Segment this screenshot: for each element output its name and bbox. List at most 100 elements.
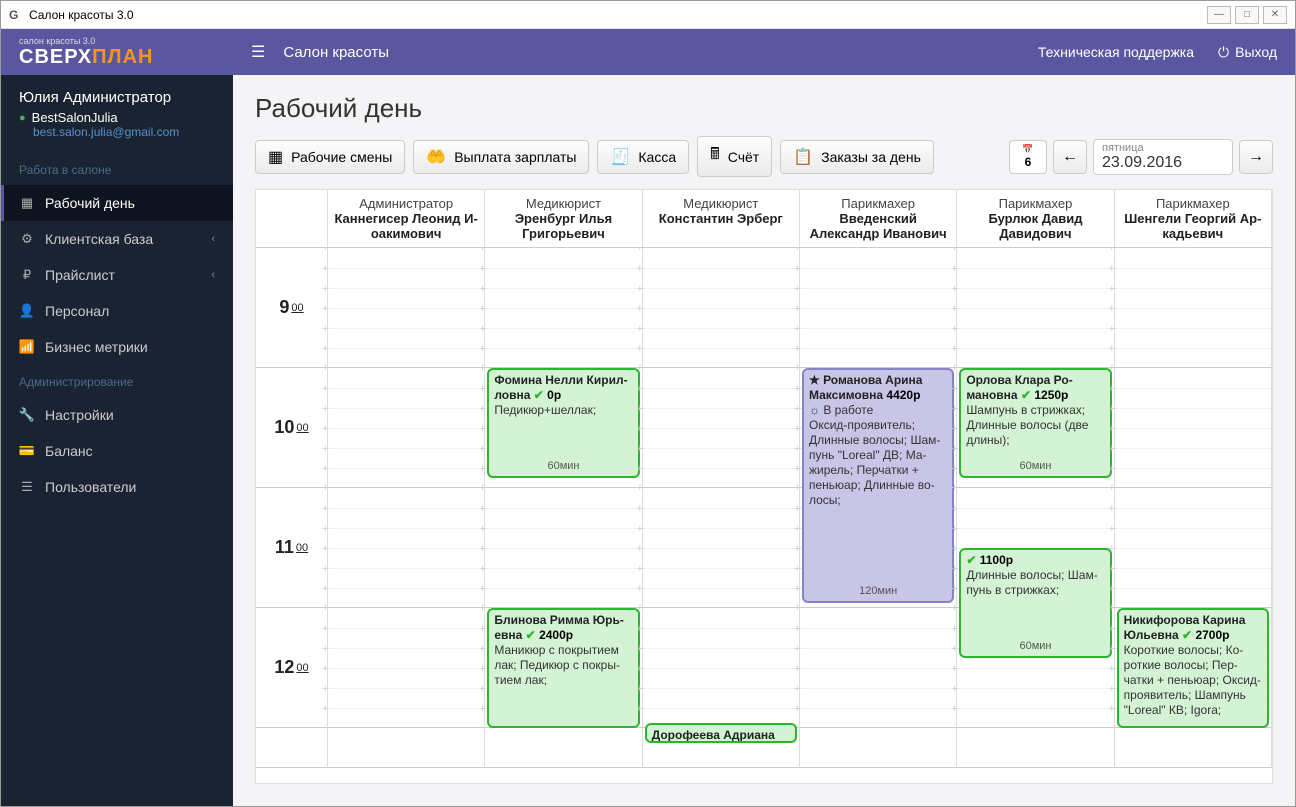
appointment[interactable]: ★ Романова Арина Максимовна 4420р☼ В раб… <box>802 368 954 603</box>
add-slot-icon[interactable]: + <box>1109 563 1115 575</box>
add-slot-icon[interactable]: + <box>794 403 800 415</box>
schedule-slot[interactable] <box>328 728 484 768</box>
add-slot-icon[interactable]: + <box>951 463 957 475</box>
add-slot-icon[interactable]: + <box>951 343 957 355</box>
schedule[interactable]: Администратор Каннегисер Леонид И­оакимо… <box>255 189 1273 784</box>
add-slot-icon[interactable]: + <box>322 283 328 295</box>
sidebar-item-balance[interactable]: 💳Баланс <box>1 433 233 469</box>
schedule-slot[interactable]: ++++++ <box>328 368 484 488</box>
add-slot-icon[interactable]: + <box>322 683 328 695</box>
add-slot-icon[interactable]: + <box>479 663 485 675</box>
add-slot-icon[interactable]: + <box>637 303 643 315</box>
sidebar-item-staff[interactable]: 👤Персонал <box>1 293 233 329</box>
add-slot-icon[interactable]: + <box>951 683 957 695</box>
add-slot-icon[interactable]: + <box>322 583 328 595</box>
add-slot-icon[interactable]: + <box>322 523 328 535</box>
add-slot-icon[interactable]: + <box>951 602 957 614</box>
add-slot-icon[interactable]: + <box>479 703 485 715</box>
add-slot-icon[interactable]: + <box>322 383 328 395</box>
schedule-slot[interactable]: ++++++ <box>485 488 641 608</box>
add-slot-icon[interactable]: + <box>1109 263 1115 275</box>
schedule-slot[interactable]: ++++++ <box>328 608 484 728</box>
add-slot-icon[interactable]: + <box>322 463 328 475</box>
add-slot-icon[interactable]: + <box>637 543 643 555</box>
add-slot-icon[interactable]: + <box>794 543 800 555</box>
add-slot-icon[interactable]: + <box>1109 623 1115 635</box>
add-slot-icon[interactable]: + <box>794 523 800 535</box>
schedule-slot[interactable]: ++++++ <box>800 608 956 728</box>
add-slot-icon[interactable]: + <box>479 643 485 655</box>
add-slot-icon[interactable]: + <box>794 663 800 675</box>
add-slot-icon[interactable]: + <box>794 443 800 455</box>
support-link[interactable]: Техническая поддержка <box>1038 44 1194 60</box>
schedule-slot[interactable]: ++++++ <box>800 248 956 368</box>
add-slot-icon[interactable]: + <box>951 403 957 415</box>
user-email[interactable]: best.salon.julia@gmail.com <box>19 125 215 139</box>
add-slot-icon[interactable]: + <box>794 362 800 374</box>
schedule-slot[interactable] <box>485 728 641 768</box>
add-slot-icon[interactable]: + <box>951 362 957 374</box>
bill-button[interactable]: 🖩Счёт <box>697 136 772 177</box>
add-slot-icon[interactable]: + <box>637 643 643 655</box>
add-slot-icon[interactable]: + <box>794 303 800 315</box>
add-slot-icon[interactable]: + <box>794 283 800 295</box>
add-slot-icon[interactable]: + <box>794 383 800 395</box>
add-slot-icon[interactable]: + <box>637 403 643 415</box>
add-slot-icon[interactable]: + <box>1109 663 1115 675</box>
add-slot-icon[interactable]: + <box>479 443 485 455</box>
add-slot-icon[interactable]: + <box>322 343 328 355</box>
add-slot-icon[interactable]: + <box>322 403 328 415</box>
sidebar-item-users[interactable]: ☰Пользователи <box>1 469 233 505</box>
add-slot-icon[interactable]: + <box>951 663 957 675</box>
add-slot-icon[interactable]: + <box>1109 323 1115 335</box>
add-slot-icon[interactable]: + <box>479 602 485 614</box>
add-slot-icon[interactable]: + <box>479 423 485 435</box>
add-slot-icon[interactable]: + <box>637 283 643 295</box>
add-slot-icon[interactable]: + <box>951 443 957 455</box>
appointment[interactable]: ✔ 1100рДлинные волосы; Шам­пунь в стрижк… <box>959 548 1111 658</box>
add-slot-icon[interactable]: + <box>1109 423 1115 435</box>
sidebar-item-metrics[interactable]: 📶Бизнес метрики <box>1 329 233 365</box>
hamburger-icon[interactable]: ☰ <box>251 42 265 62</box>
add-slot-icon[interactable]: + <box>1109 703 1115 715</box>
add-slot-icon[interactable]: + <box>637 663 643 675</box>
add-slot-icon[interactable]: + <box>951 323 957 335</box>
add-slot-icon[interactable]: + <box>637 323 643 335</box>
add-slot-icon[interactable]: + <box>951 283 957 295</box>
add-slot-icon[interactable]: + <box>322 703 328 715</box>
sidebar-item-settings[interactable]: 🔧Настройки <box>1 397 233 433</box>
schedule-slot[interactable] <box>800 728 956 768</box>
add-slot-icon[interactable]: + <box>1109 583 1115 595</box>
add-slot-icon[interactable]: + <box>794 263 800 275</box>
add-slot-icon[interactable]: + <box>479 623 485 635</box>
add-slot-icon[interactable]: + <box>951 423 957 435</box>
add-slot-icon[interactable]: + <box>1109 463 1115 475</box>
add-slot-icon[interactable]: + <box>951 623 957 635</box>
add-slot-icon[interactable]: + <box>637 503 643 515</box>
schedule-slot[interactable]: ++++++ <box>643 488 799 608</box>
add-slot-icon[interactable]: + <box>322 643 328 655</box>
add-slot-icon[interactable]: + <box>637 383 643 395</box>
schedule-slot[interactable]: ++++++ <box>328 488 484 608</box>
appointment[interactable]: Орлова Клара Ро­мановна ✔ 1250рШампунь в… <box>959 368 1111 478</box>
schedule-slot[interactable]: ++++++ <box>643 608 799 728</box>
add-slot-icon[interactable]: + <box>479 283 485 295</box>
add-slot-icon[interactable]: + <box>794 583 800 595</box>
add-slot-icon[interactable]: + <box>794 503 800 515</box>
schedule-slot[interactable] <box>1115 728 1271 768</box>
add-slot-icon[interactable]: + <box>322 563 328 575</box>
add-slot-icon[interactable]: + <box>951 583 957 595</box>
add-slot-icon[interactable]: + <box>1109 283 1115 295</box>
add-slot-icon[interactable]: + <box>479 563 485 575</box>
add-slot-icon[interactable]: + <box>479 403 485 415</box>
add-slot-icon[interactable]: + <box>322 663 328 675</box>
add-slot-icon[interactable]: + <box>637 343 643 355</box>
close-button[interactable]: ✕ <box>1263 6 1287 24</box>
add-slot-icon[interactable]: + <box>479 343 485 355</box>
appointment[interactable]: Блинова Римма Юрь­евна ✔ 2400рМаникюр с … <box>487 608 639 728</box>
add-slot-icon[interactable]: + <box>794 602 800 614</box>
minimize-button[interactable]: — <box>1207 6 1231 24</box>
add-slot-icon[interactable]: + <box>794 482 800 494</box>
add-slot-icon[interactable]: + <box>794 343 800 355</box>
add-slot-icon[interactable]: + <box>794 423 800 435</box>
